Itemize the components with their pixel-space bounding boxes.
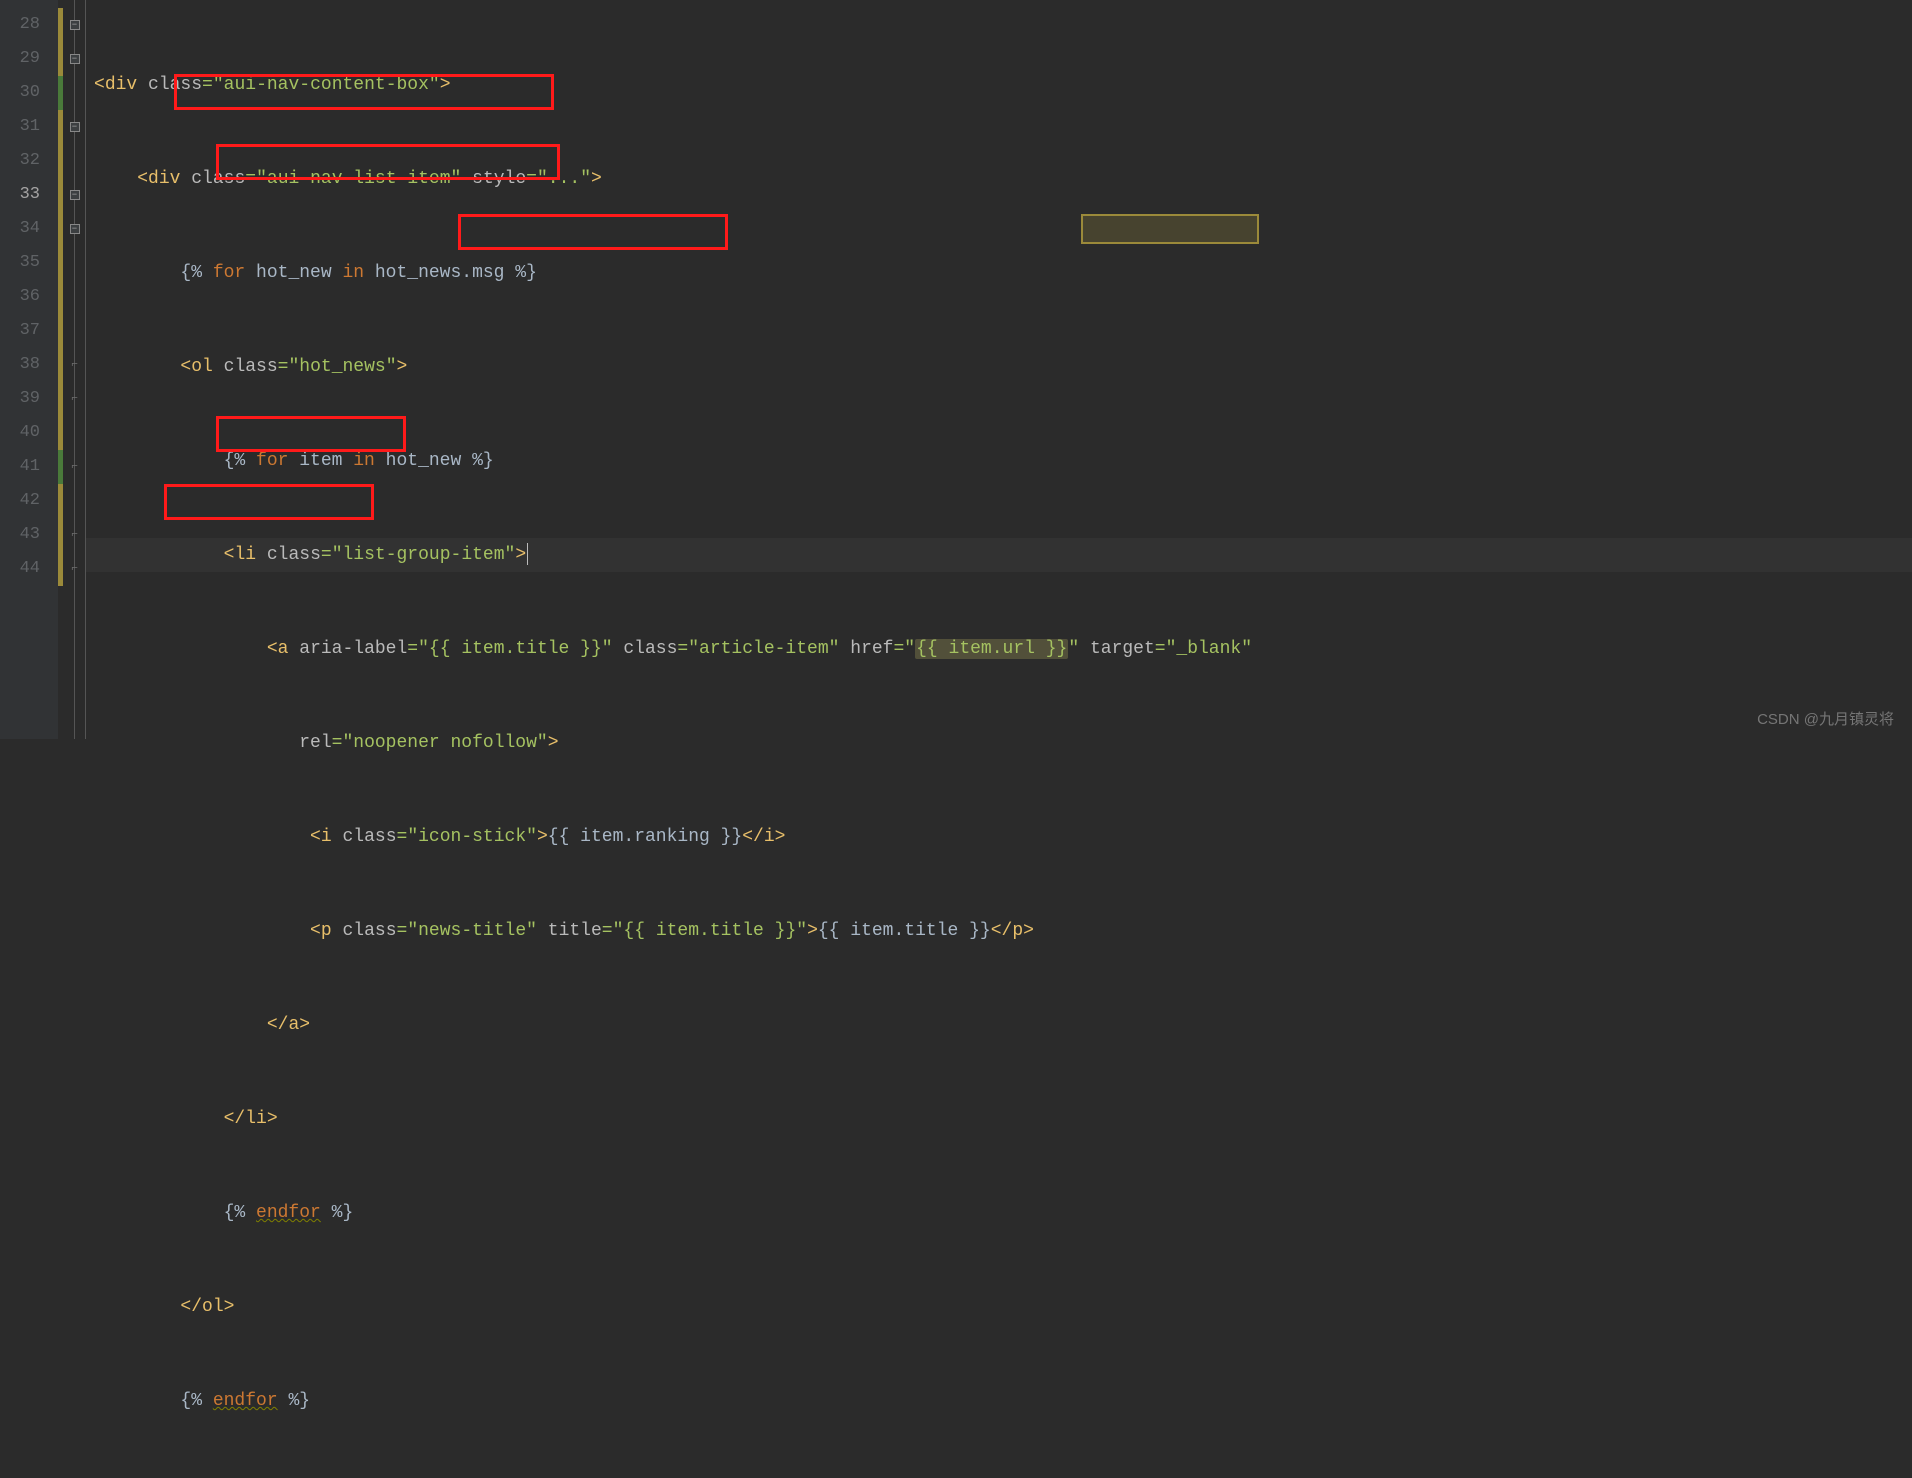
code-line[interactable]: <p class="news-title" title="{{ item.tit… (86, 914, 1912, 948)
fold-end[interactable]: ⌐ (64, 348, 85, 382)
fold-end[interactable]: ⌐ (64, 552, 85, 586)
change-marker-added (58, 450, 63, 484)
code-line[interactable]: <div class="aui-nav-list-item" style="..… (86, 162, 1912, 196)
code-line[interactable]: <i class="icon-stick">{{ item.ranking }}… (86, 820, 1912, 854)
annotation-box (164, 484, 374, 520)
line-number[interactable]: 30 (0, 76, 58, 110)
line-number-current[interactable]: 33 (0, 178, 58, 212)
line-number[interactable]: 39 (0, 382, 58, 416)
change-marker-modified (58, 484, 63, 586)
fold-end[interactable]: ⌐ (64, 382, 85, 416)
fold-toggle[interactable]: − (64, 178, 85, 212)
code-line[interactable]: <a aria-label="{{ item.title }}" class="… (86, 632, 1912, 666)
line-number[interactable]: 34 (0, 212, 58, 246)
fold-toggle[interactable]: − (64, 42, 85, 76)
line-number[interactable]: 35 (0, 246, 58, 280)
line-number[interactable]: 36 (0, 280, 58, 314)
text-cursor (527, 543, 528, 565)
code-line[interactable]: {% endfor %} (86, 1196, 1912, 1230)
fold-end[interactable]: ⌐ (64, 518, 85, 552)
line-number-gutter: 28 29 30 31 32 33 34 35 36 37 38 39 40 4… (0, 0, 58, 739)
code-line-current[interactable]: <li class="list-group-item"> (86, 538, 1912, 572)
fold-toggle[interactable]: − (64, 8, 85, 42)
line-number[interactable]: 43 (0, 518, 58, 552)
line-number[interactable]: 42 (0, 484, 58, 518)
fold-end[interactable]: ⌐ (64, 450, 85, 484)
code-line[interactable]: rel="noopener nofollow"> (86, 726, 1912, 760)
change-marker-modified (58, 110, 63, 450)
code-line[interactable]: </ol> (86, 1290, 1912, 1324)
code-line[interactable]: </a> (86, 1008, 1912, 1042)
code-area[interactable]: <div class="aui-nav-content-box"> <div c… (86, 0, 1912, 739)
fold-toggle[interactable]: − (64, 212, 85, 246)
code-line[interactable]: {% endfor %} (86, 1384, 1912, 1418)
fold-toggle[interactable]: − (64, 110, 85, 144)
line-number[interactable]: 44 (0, 552, 58, 586)
line-number[interactable]: 31 (0, 110, 58, 144)
line-number[interactable]: 40 (0, 416, 58, 450)
code-line[interactable]: {% for hot_new in hot_news.msg %} (86, 256, 1912, 290)
code-line[interactable]: {% for item in hot_new %} (86, 444, 1912, 478)
line-number[interactable]: 38 (0, 348, 58, 382)
line-number[interactable]: 32 (0, 144, 58, 178)
code-line[interactable]: <div class="aui-nav-content-box"> (86, 68, 1912, 102)
watermark: CSDN @九月镇灵将 (1757, 708, 1894, 729)
line-number[interactable]: 37 (0, 314, 58, 348)
highlight-box (1081, 214, 1259, 244)
line-number[interactable]: 29 (0, 42, 58, 76)
line-number[interactable]: 41 (0, 450, 58, 484)
code-editor: 28 29 30 31 32 33 34 35 36 37 38 39 40 4… (0, 0, 1912, 739)
fold-gutter: − − − − − ⌐ ⌐ ⌐ ⌐ ⌐ (64, 0, 86, 739)
annotation-box (458, 214, 728, 250)
change-marker-added (58, 76, 63, 110)
code-line[interactable]: </li> (86, 1102, 1912, 1136)
line-number[interactable]: 28 (0, 8, 58, 42)
code-line[interactable]: <ol class="hot_news"> (86, 350, 1912, 384)
change-marker-modified (58, 8, 63, 76)
